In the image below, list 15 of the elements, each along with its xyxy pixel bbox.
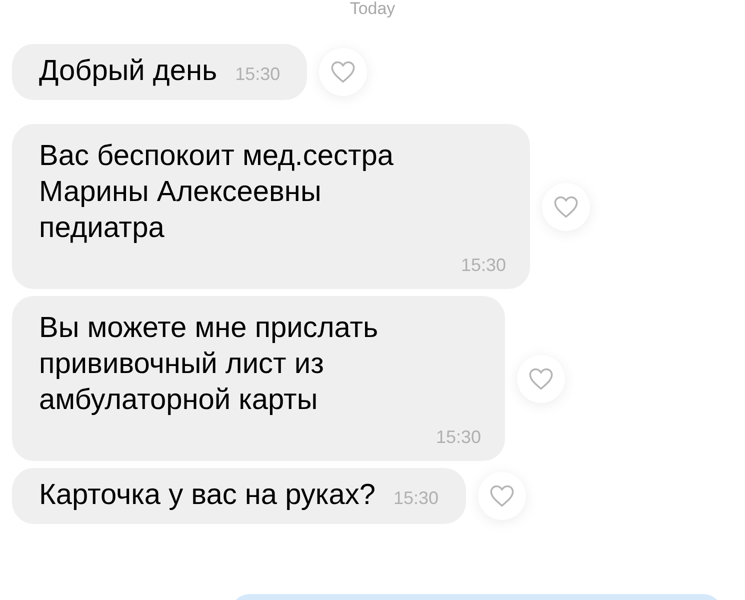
like-button[interactable]	[517, 354, 565, 402]
like-button[interactable]	[542, 182, 590, 230]
heart-icon	[330, 60, 356, 84]
message-text: Добрый день	[39, 54, 218, 90]
heart-icon	[528, 366, 554, 390]
message-text: Карточка у вас на руках?	[39, 478, 376, 514]
message-time: 15:30	[460, 254, 506, 277]
heart-icon	[488, 484, 515, 508]
message-time: 15:30	[436, 426, 481, 449]
message-time: 15:30	[394, 486, 439, 510]
message-text: Вас беспокоит мед.сестра Марины Алексеевны педиатра	[39, 139, 395, 246]
date-separator: Today	[350, 0, 396, 18]
message-text: Вы можете мне прислать прививочный лист из амбулаторной карты	[39, 311, 380, 418]
heart-icon	[553, 194, 579, 218]
message-time: 15:30	[235, 62, 280, 86]
